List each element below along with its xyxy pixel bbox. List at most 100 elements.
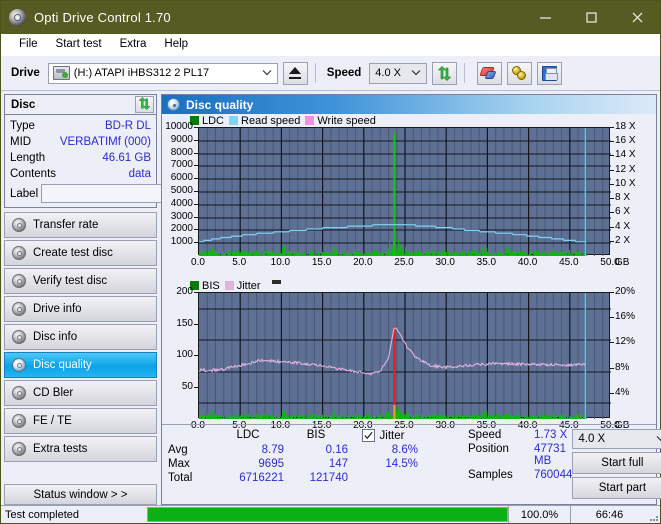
stats-col-ldc: LDC	[236, 429, 260, 441]
refresh-button[interactable]	[432, 61, 458, 85]
menu-item-file[interactable]: File	[10, 36, 47, 53]
app-disc-icon	[9, 9, 26, 26]
panel-header: Disc quality	[162, 95, 656, 114]
jitter-toggle[interactable]: Jitter	[348, 429, 418, 442]
y-tick-label: 100	[176, 349, 193, 360]
close-icon[interactable]	[614, 1, 660, 34]
x-tick-label: 15.0	[311, 257, 332, 268]
y2-tick-label: 4%	[615, 387, 630, 398]
legend-swatch-write-speed	[305, 116, 315, 125]
eject-button[interactable]	[282, 61, 308, 85]
y-tick-mark	[194, 324, 198, 325]
sidebar-item-label: Verify test disc	[33, 275, 108, 287]
menu-item-help[interactable]: Help	[155, 36, 197, 53]
disc-row-length: Length 46.61 GB	[10, 150, 151, 166]
scan-statistics: Speed 1.73 X Position 47731 MB Samples 7…	[468, 429, 572, 499]
speed-select[interactable]: 4.0 X	[369, 62, 428, 84]
y-tick-label: 1000	[170, 236, 193, 247]
y2-tick-mark	[610, 212, 614, 213]
y-tick-label: 200	[176, 286, 193, 297]
stats-total-bis: 121740	[309, 472, 348, 484]
chevron-down-icon	[259, 68, 275, 78]
y2-tick-label: 14 X	[615, 149, 636, 160]
sidebar-item-disc-info[interactable]: Disc info	[4, 324, 157, 350]
legend-item-ldc: LDC	[190, 115, 224, 127]
position-value: 47731 MB	[534, 443, 566, 467]
main-body: Disc Type BD-R DL MID VERBATIMf (000) Le…	[1, 91, 661, 505]
y-tick-mark	[194, 292, 198, 293]
statistics-grid: LDC BIS Jitter Avg 8.79 0.16 8.6% Max 96…	[168, 429, 468, 484]
sidebar-item-disc-quality[interactable]: Disc quality	[4, 352, 157, 378]
bis-jitter-chart: BIS Jitter 200 150 100 50 20% 16% 12% 8% 4% 0.0 5.…	[162, 279, 656, 442]
erase-button[interactable]	[477, 61, 503, 85]
stats-avg-jitter: 8.6%	[391, 444, 418, 456]
save-button[interactable]	[537, 61, 563, 85]
y2-tick-mark	[610, 155, 614, 156]
menu-item-extra[interactable]: Extra	[111, 36, 156, 53]
y-tick-label: 50	[181, 381, 193, 392]
sidebar-item-label: CD Bler	[33, 387, 74, 399]
y2-tick-label: 10 X	[615, 178, 636, 189]
y-tick-label: 8000	[170, 147, 193, 158]
start-full-button[interactable]: Start full	[572, 452, 661, 474]
y2-tick-label: 20%	[615, 286, 636, 297]
y2-tick-label: 16 X	[615, 135, 636, 146]
disc-quality-panel: Disc quality LDC Read speed Write speed …	[161, 94, 661, 505]
disc-info-panel: Disc Type BD-R DL MID VERBATIMf (000) Le…	[4, 94, 249, 208]
toolbar-divider	[314, 63, 316, 83]
y-tick-label: 10000	[165, 121, 193, 132]
legend-label-write-speed: Write speed	[317, 114, 376, 127]
tools-button[interactable]	[507, 61, 533, 85]
x-tick-label: 45.0	[559, 257, 579, 268]
y2-tick-mark	[610, 227, 614, 228]
scan-speed-select[interactable]: 4.0 X	[572, 429, 661, 449]
disc-icon	[12, 442, 26, 456]
sidebar-item-cd-bler[interactable]: CD Bler	[4, 380, 157, 406]
app-window: Opti Drive Control 1.70 File Start test …	[0, 0, 661, 524]
y2-tick-mark	[610, 368, 614, 369]
samples-key: Samples	[468, 469, 513, 481]
legend-item-bis: BIS	[190, 280, 220, 292]
y-tick-label: 6000	[170, 172, 193, 183]
stats-max-ldc: 9695	[258, 458, 284, 470]
stats-total-ldc: 6716221	[239, 472, 284, 484]
sidebar-item-fe-te[interactable]: FE / TE	[4, 408, 157, 434]
ldc-chart-legend: LDC Read speed Write speed	[162, 114, 656, 127]
sidebar-nav: Transfer rate Create test disc Verify te…	[4, 212, 157, 505]
legend-label-jitter: Jitter	[236, 279, 261, 292]
y-tick-mark	[194, 191, 198, 192]
series-layer	[199, 293, 611, 419]
y2-tick-label: 4 X	[615, 221, 631, 232]
drive-select[interactable]: (H:) ATAPI iHBS312 2 PL17	[47, 62, 278, 84]
speed-value: 1.73 X	[534, 429, 568, 441]
y-tick-mark	[194, 242, 198, 243]
y-tick-mark	[194, 217, 198, 218]
refresh-icon	[437, 65, 452, 81]
scroll-marker-icon[interactable]	[271, 280, 281, 284]
sidebar-item-create-test-disc[interactable]: Create test disc	[4, 240, 157, 266]
page-title: Disc quality	[186, 97, 254, 112]
y-tick-label: 3000	[170, 211, 193, 222]
jitter-checkbox[interactable]	[361, 429, 375, 442]
progress-bar	[147, 507, 508, 522]
maximize-icon[interactable]	[568, 1, 614, 34]
sidebar-item-extra-tests[interactable]: Extra tests	[4, 436, 157, 462]
sidebar-item-drive-info[interactable]: Drive info	[4, 296, 157, 322]
sidebar-item-transfer-rate[interactable]: Transfer rate	[4, 212, 157, 238]
y2-tick-mark	[610, 342, 614, 343]
minimize-icon[interactable]	[522, 1, 568, 34]
disc-icon	[12, 274, 26, 288]
y-tick-mark	[194, 127, 198, 128]
ldc-chart: LDC Read speed Write speed 10000 9000 8000…	[162, 114, 656, 279]
disc-refresh-button[interactable]	[135, 96, 154, 113]
sidebar-item-verify-test-disc[interactable]: Verify test disc	[4, 268, 157, 294]
y-tick-mark	[194, 165, 198, 166]
status-window-button[interactable]: Status window > >	[4, 484, 157, 505]
resize-grip-icon[interactable]	[648, 506, 660, 523]
start-part-button[interactable]: Start part	[572, 477, 661, 499]
menu-item-start-test[interactable]: Start test	[47, 36, 111, 53]
save-floppy-icon	[542, 65, 559, 81]
drive-label: Drive	[11, 67, 40, 79]
error-statistics: LDC BIS Jitter Avg 8.79 0.16 8.6% Max 96…	[168, 429, 468, 499]
